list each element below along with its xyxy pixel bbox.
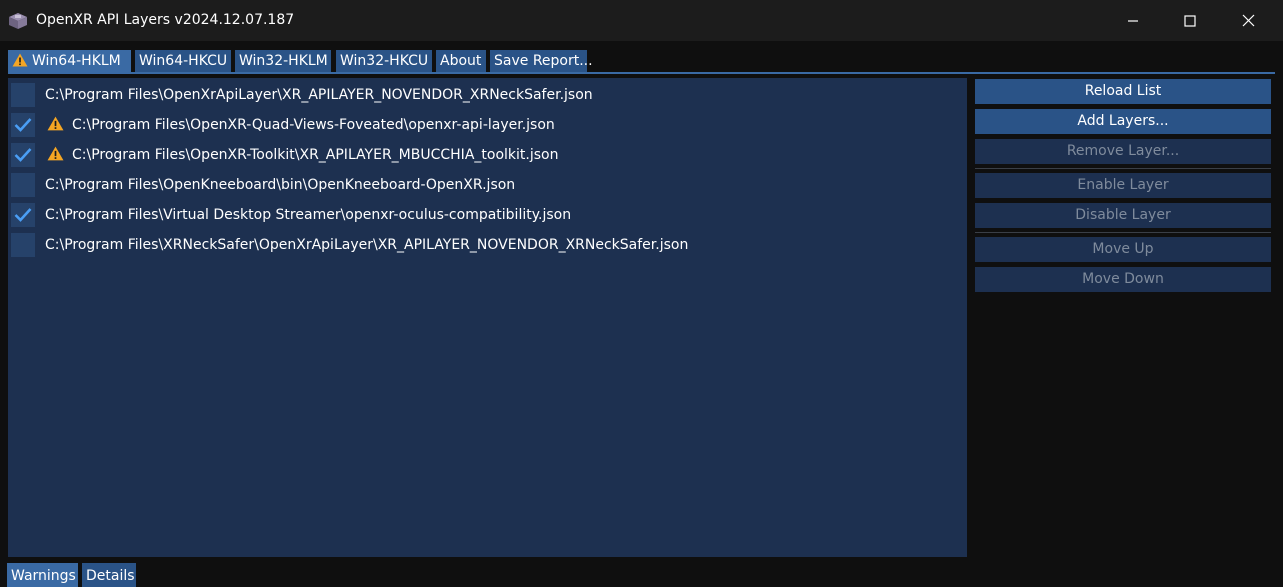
tab-win64-hklm[interactable]: Win64-HKLM [8,50,131,73]
layer-enabled-checkbox[interactable] [11,233,35,257]
move-up-button[interactable]: Move Up [975,237,1271,262]
layer-path: C:\Program Files\OpenXrApiLayer\XR_APILA… [45,87,593,103]
layer-enabled-checkbox[interactable] [11,143,35,167]
layer-enabled-checkbox[interactable] [11,83,35,107]
layer-row[interactable]: C:\Program Files\OpenKneeboard\bin\OpenK… [8,170,967,200]
layer-enabled-checkbox[interactable] [11,203,35,227]
app-icon [8,12,28,30]
layer-row[interactable]: C:\Program Files\OpenXR-Toolkit\XR_APILA… [8,140,967,170]
maximize-button[interactable] [1161,0,1219,41]
warning-icon [47,116,64,135]
reload-list-button[interactable]: Reload List [975,79,1271,104]
layer-enabled-checkbox[interactable] [11,113,35,137]
layer-path: C:\Program Files\Virtual Desktop Streame… [45,207,572,223]
maximize-icon [1184,14,1196,27]
separator [975,168,1271,169]
layer-path: C:\Program Files\OpenXR-Toolkit\XR_APILA… [72,147,559,163]
tab-save-report[interactable]: Save Report... [490,50,593,73]
layer-enabled-checkbox[interactable] [11,173,35,197]
close-icon [1242,14,1254,27]
tab-warnings[interactable]: Warnings [7,563,78,587]
enable-layer-button[interactable]: Enable Layer [975,173,1271,198]
tab-label: Win32-HKCU [340,53,429,69]
minimize-button[interactable] [1104,0,1162,41]
title-bar[interactable]: OpenXR API Layers v2024.12.07.187 [0,0,1283,41]
tab-label: Win64-HKLM [32,53,121,69]
layer-path: C:\Program Files\OpenKneeboard\bin\OpenK… [45,177,516,193]
layer-list[interactable]: C:\Program Files\OpenXrApiLayer\XR_APILA… [8,78,967,557]
tab-win64-hkcu[interactable]: Win64-HKCU [135,50,231,73]
tab-label: About [440,53,482,69]
tab-win32-hklm[interactable]: Win32-HKLM [235,50,331,73]
layer-path: C:\Program Files\OpenXR-Quad-Views-Fovea… [72,117,555,133]
remove-layer-button[interactable]: Remove Layer... [975,139,1271,164]
tab-details[interactable]: Details [82,563,136,587]
warning-icon [47,146,64,165]
tab-label: Win32-HKLM [239,53,328,69]
separator [975,232,1271,233]
layer-path: C:\Program Files\XRNeckSafer\OpenXrApiLa… [45,237,689,253]
layer-row[interactable]: C:\Program Files\OpenXR-Quad-Views-Fovea… [8,110,967,140]
app-window: OpenXR API Layers v2024.12.07.187 Win64-… [0,0,1283,587]
window-title: OpenXR API Layers v2024.12.07.187 [36,12,295,28]
close-button[interactable] [1219,0,1277,41]
checkmark-icon [14,148,32,162]
add-layers-button[interactable]: Add Layers... [975,109,1271,134]
checkmark-icon [14,208,32,222]
disable-layer-button[interactable]: Disable Layer [975,203,1271,228]
tab-about[interactable]: About [436,50,486,73]
tab-win32-hkcu[interactable]: Win32-HKCU [336,50,432,73]
tab-label: Save Report... [494,53,593,69]
checkmark-icon [14,118,32,132]
layer-row[interactable]: C:\Program Files\Virtual Desktop Streame… [8,200,967,230]
tab-label: Win64-HKCU [139,53,228,69]
minimize-icon [1128,19,1138,22]
layer-row[interactable]: C:\Program Files\OpenXrApiLayer\XR_APILA… [8,80,967,110]
layer-row[interactable]: C:\Program Files\XRNeckSafer\OpenXrApiLa… [8,230,967,260]
tab-underline [8,72,1275,74]
tab-bar: Win64-HKLM Win64-HKCU Win32-HKLM Win32-H… [0,41,1283,73]
move-down-button[interactable]: Move Down [975,267,1271,292]
